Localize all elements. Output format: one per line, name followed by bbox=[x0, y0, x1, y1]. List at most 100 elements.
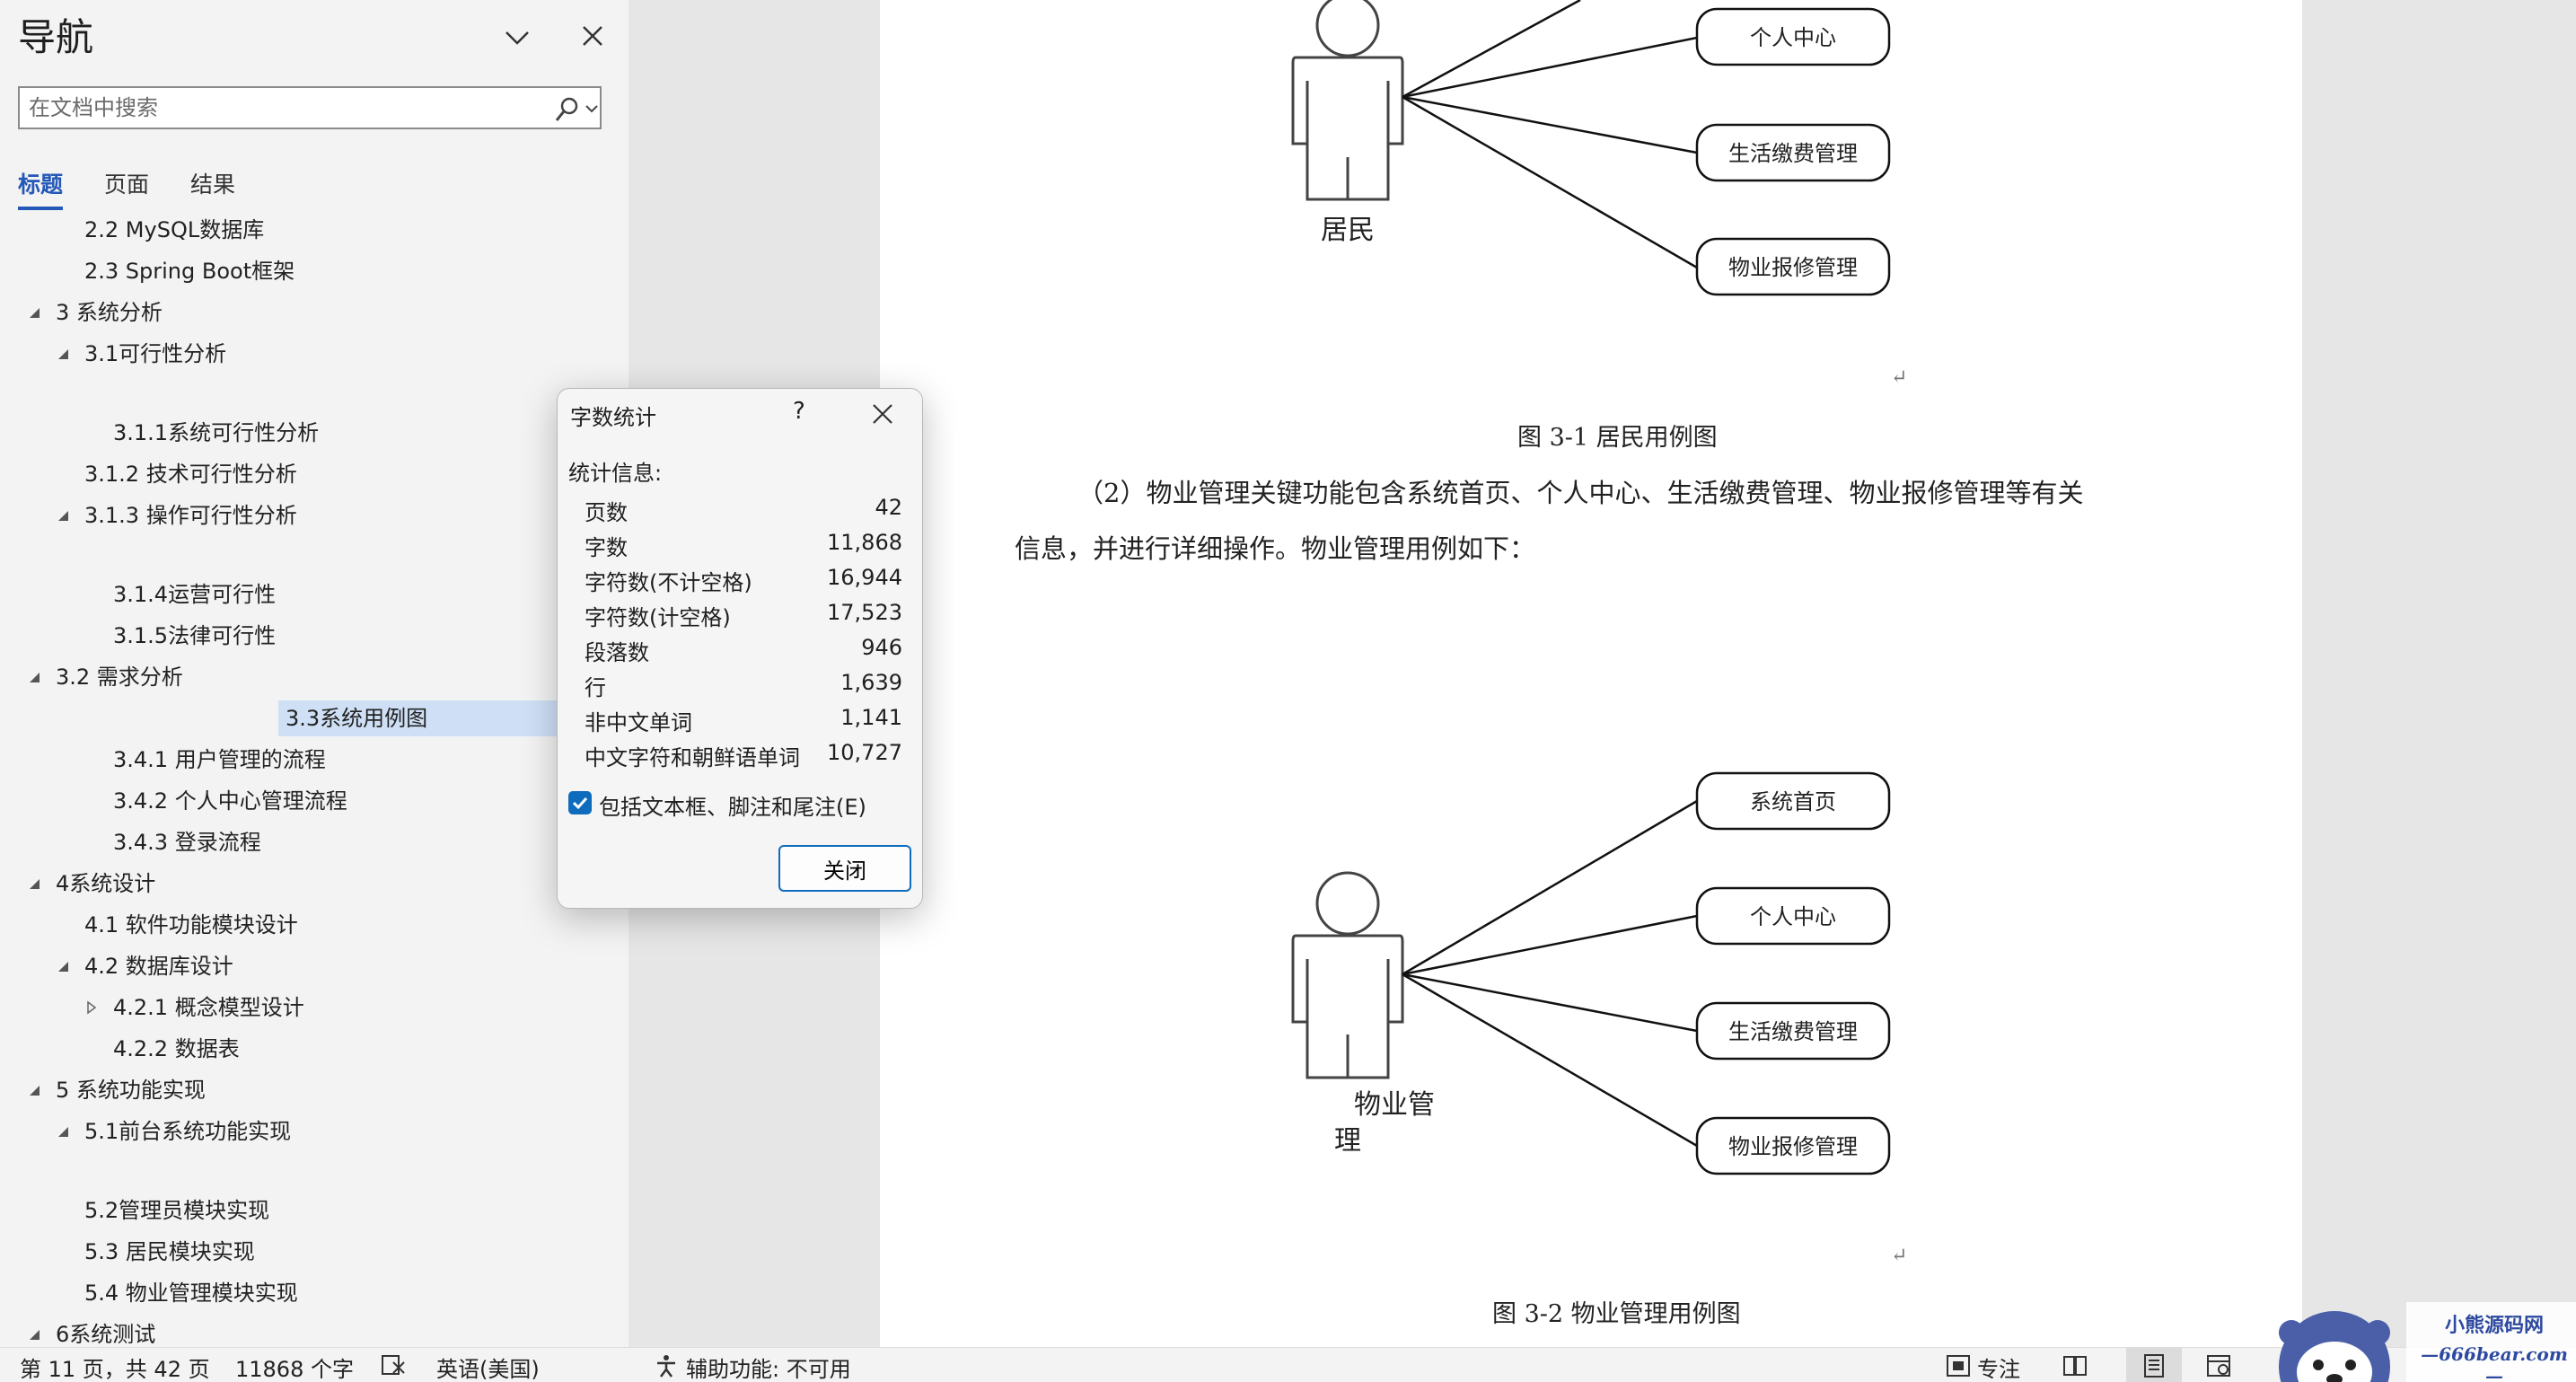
chevron-down-icon[interactable] bbox=[499, 20, 535, 56]
stat-label: 非中文单词 bbox=[585, 710, 692, 735]
web-layout-icon[interactable] bbox=[2205, 1353, 2232, 1378]
nav-heading-label: 4.2.2 数据表 bbox=[113, 1036, 240, 1061]
svg-text:生活缴费管理: 生活缴费管理 bbox=[1728, 1019, 1858, 1044]
stat-label: 字符数(计空格) bbox=[585, 605, 731, 630]
nav-heading-item[interactable]: 4.2.1 概念模型设计 bbox=[113, 990, 304, 1025]
nav-heading-item[interactable]: 4.2.2 数据表 bbox=[113, 1031, 240, 1067]
stat-row: 段落数 946 bbox=[585, 635, 902, 669]
close-button[interactable]: 关闭 bbox=[778, 845, 911, 892]
stat-row: 字符数(不计空格) 16,944 bbox=[585, 565, 902, 599]
expand-collapsed-icon[interactable] bbox=[56, 508, 70, 523]
svg-text:生活缴费管理: 生活缴费管理 bbox=[1728, 141, 1858, 166]
expand-collapsed-icon[interactable] bbox=[56, 347, 70, 361]
watermark-url: —666bear.com— bbox=[2421, 1343, 2568, 1382]
include-textboxes-checkbox[interactable] bbox=[568, 791, 592, 814]
expand-collapsed-icon[interactable] bbox=[27, 1083, 41, 1097]
expand-collapsed-icon[interactable] bbox=[56, 959, 70, 973]
accessibility-icon[interactable] bbox=[654, 1353, 679, 1378]
nav-heading-item[interactable]: 5 系统功能实现 bbox=[56, 1072, 206, 1108]
search-input[interactable] bbox=[29, 92, 532, 124]
proofing-icon[interactable] bbox=[381, 1353, 408, 1377]
nav-heading-item[interactable]: 2.2 MySQL数据库 bbox=[84, 212, 264, 248]
tab-headings[interactable]: 标题 bbox=[18, 167, 63, 199]
expand-collapsed-icon[interactable] bbox=[27, 1327, 41, 1342]
nav-heading-item[interactable]: 4系统设计 bbox=[56, 866, 155, 902]
nav-heading-label: 5.1前台系统功能实现 bbox=[84, 1119, 292, 1144]
nav-heading-label: 3.4.3 登录流程 bbox=[113, 830, 261, 855]
nav-heading-label: 3.4.1 用户管理的流程 bbox=[113, 747, 326, 772]
print-layout-icon[interactable] bbox=[2141, 1353, 2167, 1378]
nav-heading-item[interactable]: 4.2 数据库设计 bbox=[84, 948, 233, 984]
nav-heading-item[interactable]: 3.1.1系统可行性分析 bbox=[113, 415, 319, 451]
search-icon[interactable] bbox=[551, 93, 584, 126]
language[interactable]: 英语(美国) bbox=[436, 1351, 540, 1382]
nav-heading-item[interactable]: 3.1.3 操作可行性分析 bbox=[84, 497, 297, 533]
stat-row: 字符数(计空格) 17,523 bbox=[585, 600, 902, 634]
stat-label: 行 bbox=[585, 675, 606, 700]
nav-heading-label: 3 系统分析 bbox=[56, 300, 163, 325]
nav-title: 导航 bbox=[18, 15, 94, 59]
nav-heading-item[interactable]: 3.4.1 用户管理的流程 bbox=[113, 742, 326, 778]
stat-value: 42 bbox=[875, 495, 902, 520]
nav-heading-item[interactable]: 5.3 居民模块实现 bbox=[84, 1234, 255, 1270]
nav-heading-item[interactable]: 2.3 Spring Boot框架 bbox=[84, 253, 295, 289]
nav-heading-item[interactable]: 3.2 需求分析 bbox=[56, 659, 183, 695]
accessibility-status[interactable]: 辅助功能: 不可用 bbox=[686, 1351, 851, 1382]
close-icon[interactable] bbox=[870, 401, 895, 427]
word-count[interactable]: 11868 个字 bbox=[235, 1351, 354, 1382]
stat-value: 946 bbox=[861, 635, 902, 660]
dialog-title: 字数统计 bbox=[570, 405, 656, 430]
nav-heading-label: 4系统设计 bbox=[56, 871, 156, 896]
nav-heading-item[interactable]: 3.1可行性分析 bbox=[84, 336, 226, 372]
checkbox-label: 包括文本框、脚注和尾注(E) bbox=[599, 795, 866, 820]
nav-heading-item[interactable]: 4.1 软件功能模块设计 bbox=[84, 907, 298, 943]
expand-icon[interactable] bbox=[84, 1000, 99, 1015]
tab-pages[interactable]: 页面 bbox=[104, 167, 149, 199]
nav-heading-item[interactable]: 3.1.5法律可行性 bbox=[113, 618, 276, 654]
page-count[interactable]: 第 11 页，共 42 页 bbox=[20, 1351, 210, 1382]
nav-heading-label: 3.1可行性分析 bbox=[84, 341, 227, 366]
actor-property-manager bbox=[1291, 871, 1404, 1079]
expand-collapsed-icon[interactable] bbox=[27, 305, 41, 320]
nav-heading-label: 4.1 软件功能模块设计 bbox=[84, 912, 298, 937]
stat-value: 11,868 bbox=[827, 530, 902, 555]
stat-label: 字数 bbox=[585, 535, 628, 560]
document-page[interactable]: 居民 个人中心 生活缴费管理 物业报修管理 物业管 理 系统首页 个人中心 生活… bbox=[880, 0, 2302, 1347]
paragraph-mark: ↵ bbox=[1891, 1245, 1908, 1267]
stat-row: 字数 11,868 bbox=[585, 530, 902, 564]
focus-mode[interactable]: 专注 bbox=[1977, 1351, 2020, 1382]
stat-label: 中文字符和朝鲜语单词 bbox=[585, 745, 800, 770]
stat-label: 字符数(不计空格) bbox=[585, 570, 752, 595]
nav-heading-item[interactable]: 5.1前台系统功能实现 bbox=[84, 1114, 291, 1149]
help-button[interactable]: ? bbox=[793, 398, 805, 425]
expand-collapsed-icon[interactable] bbox=[27, 670, 41, 684]
nav-heading-item[interactable]: 3.1.2 技术可行性分析 bbox=[84, 456, 297, 492]
navigation-pane: 导航 标题 页面 结果 2.2 MySQL数据库 2.3 Spring Boot框… bbox=[0, 0, 629, 1347]
nav-heading-item[interactable]: 5.4 物业管理模块实现 bbox=[84, 1275, 298, 1311]
close-icon[interactable] bbox=[575, 18, 611, 54]
nav-heading-label: 3.1.1系统可行性分析 bbox=[113, 420, 320, 445]
nav-heading-item[interactable]: 3.1.4运营可行性 bbox=[113, 577, 276, 612]
nav-heading-item[interactable]: 3.4.3 登录流程 bbox=[113, 824, 261, 860]
usecase-1-1: 个人中心 bbox=[1695, 7, 1891, 66]
stat-label: 页数 bbox=[585, 500, 628, 525]
actor-label: 居民 bbox=[1321, 215, 1375, 246]
expand-collapsed-icon[interactable] bbox=[27, 876, 41, 891]
focus-icon[interactable] bbox=[1945, 1353, 1972, 1378]
chevron-down-icon[interactable] bbox=[584, 101, 600, 117]
use-case-diagrams: 居民 个人中心 生活缴费管理 物业报修管理 物业管 理 系统首页 个人中心 生活… bbox=[1291, 0, 1891, 1175]
svg-text:物业报修管理: 物业报修管理 bbox=[1728, 1134, 1858, 1159]
nav-heading-label: 3.3系统用例图 bbox=[286, 706, 428, 731]
usecase-2-3: 生活缴费管理 bbox=[1695, 1001, 1891, 1061]
actor-label: 理 bbox=[1334, 1125, 1361, 1157]
expand-collapsed-icon[interactable] bbox=[56, 1124, 70, 1139]
usecase-1-3: 物业报修管理 bbox=[1695, 237, 1891, 296]
nav-heading-item[interactable]: 6系统测试 bbox=[56, 1316, 155, 1347]
nav-heading-item[interactable]: 3 系统分析 bbox=[56, 295, 163, 330]
nav-heading-item[interactable]: 3.4.2 个人中心管理流程 bbox=[113, 783, 347, 819]
read-mode-icon[interactable] bbox=[2062, 1353, 2088, 1378]
stat-label: 段落数 bbox=[585, 640, 649, 665]
nav-heading-item[interactable]: 5.2管理员模块实现 bbox=[84, 1193, 269, 1228]
tab-results[interactable]: 结果 bbox=[190, 167, 235, 199]
paragraph-mark: ↵ bbox=[1891, 366, 1908, 389]
